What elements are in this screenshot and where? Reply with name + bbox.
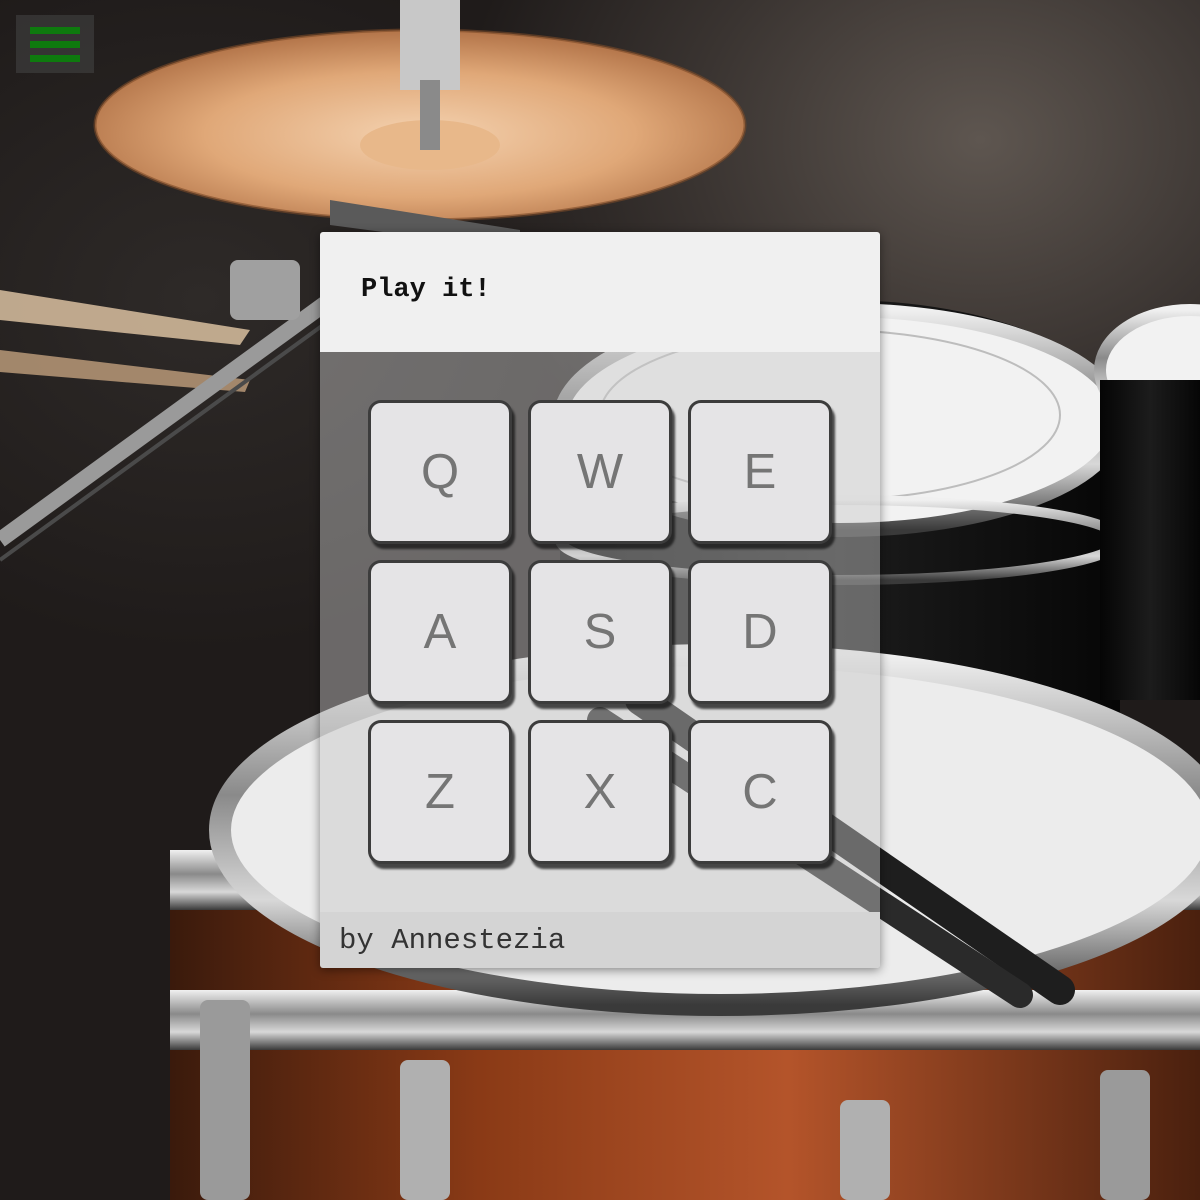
hamburger-menu-icon-bar (30, 54, 80, 62)
drum-pad-q[interactable]: Q (368, 400, 512, 544)
hamburger-menu-icon (30, 26, 80, 34)
drum-pad-e[interactable]: E (688, 400, 832, 544)
drum-pad-w[interactable]: W (528, 400, 672, 544)
drum-pad-a[interactable]: A (368, 560, 512, 704)
drum-pad-c[interactable]: C (688, 720, 832, 864)
card-header: Play it! (320, 232, 880, 352)
author-credit: by Annestezia (339, 923, 566, 957)
drum-pad-grid: Q W E A S D Z X C (368, 400, 832, 864)
card-footer: by Annestezia (320, 912, 880, 968)
drum-pad-x[interactable]: X (528, 720, 672, 864)
menu-toggle-button[interactable] (16, 15, 94, 73)
drum-pad-d[interactable]: D (688, 560, 832, 704)
drum-machine-card: Play it! Q W E A S D Z X C by Annestezia (320, 232, 880, 968)
drum-pad-area: Q W E A S D Z X C (320, 352, 880, 912)
drum-pad-s[interactable]: S (528, 560, 672, 704)
hamburger-menu-icon-bar (30, 40, 80, 48)
page-title: Play it! (361, 275, 491, 305)
drum-pad-z[interactable]: Z (368, 720, 512, 864)
